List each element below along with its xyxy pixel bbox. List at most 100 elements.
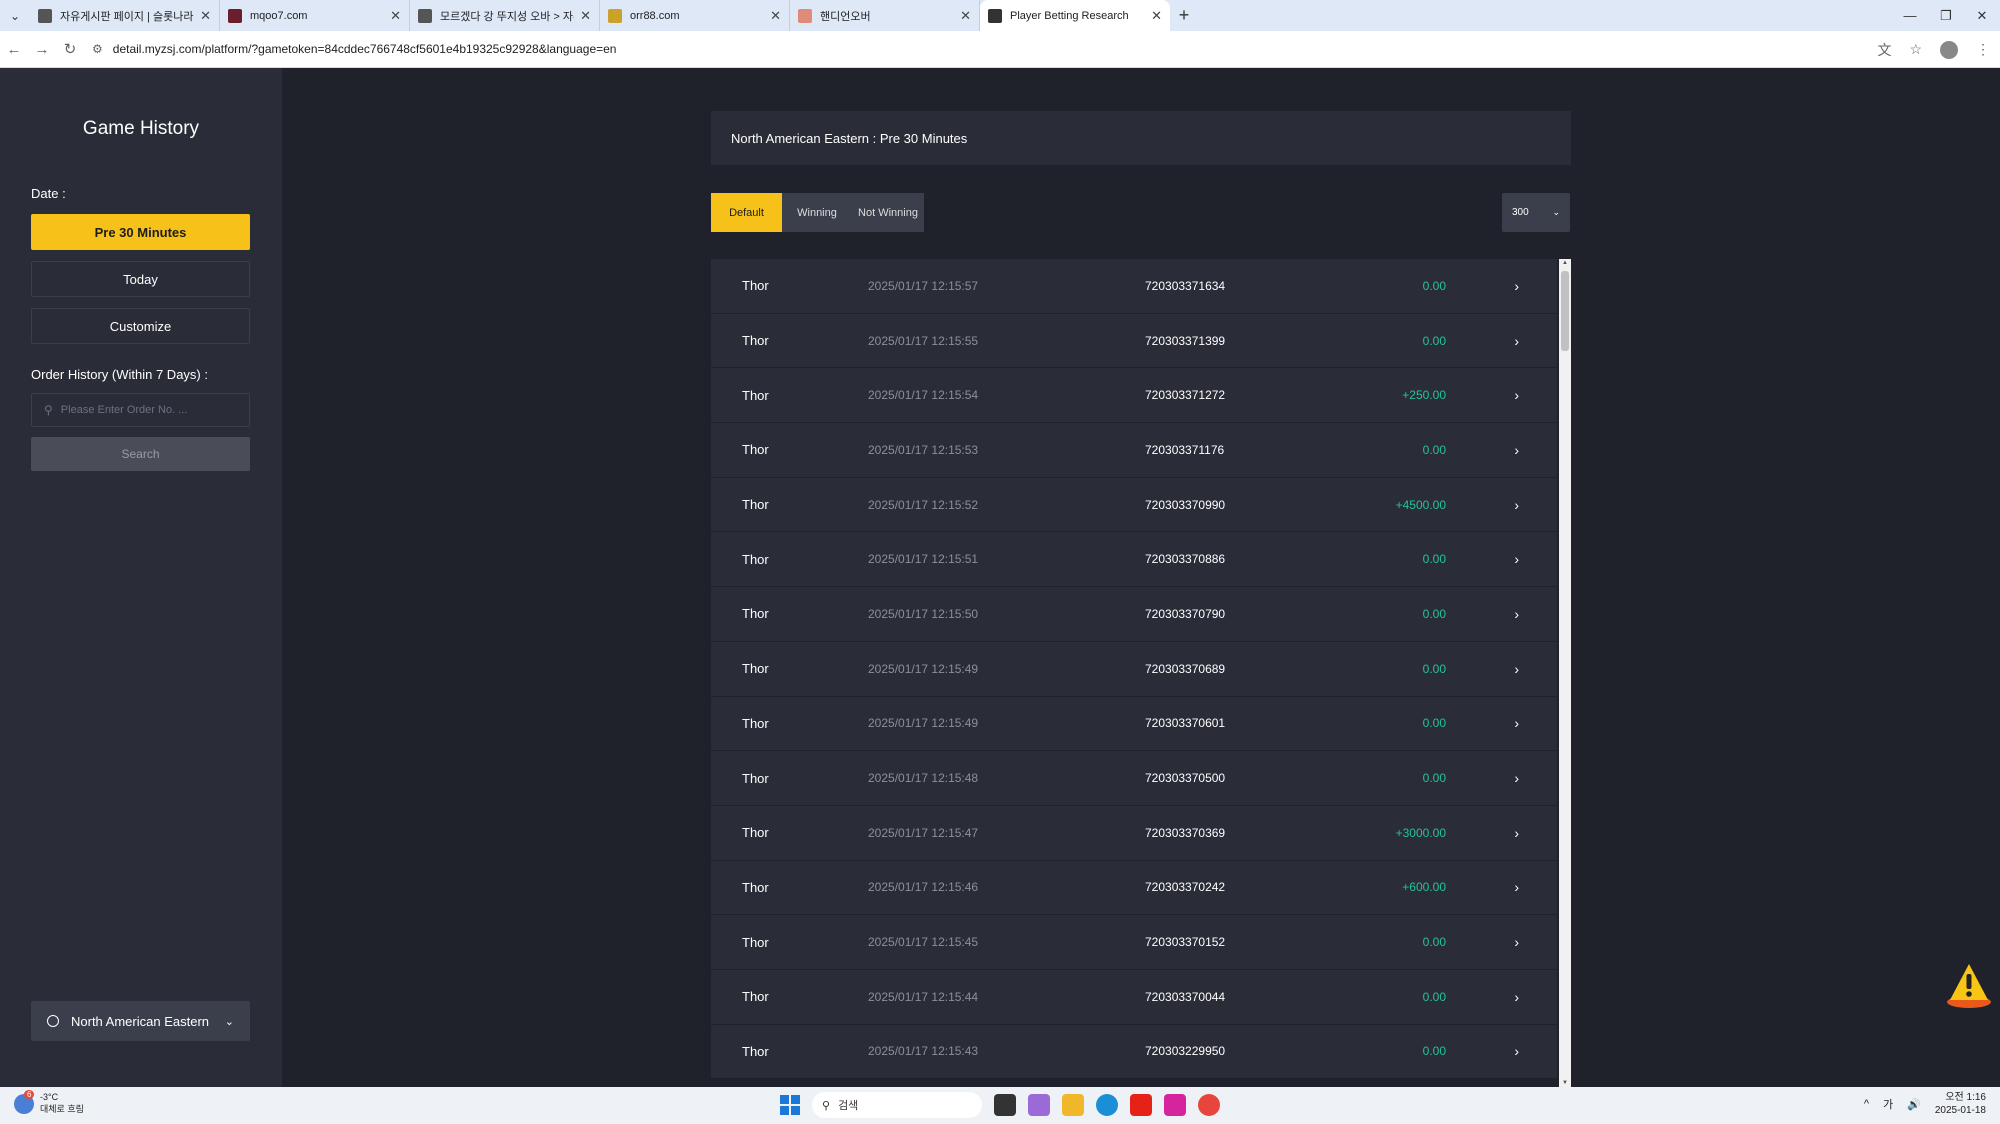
filter-winning-button[interactable]: Winning bbox=[782, 193, 852, 232]
search-button[interactable]: Search bbox=[31, 437, 250, 471]
back-icon[interactable]: ← bbox=[0, 41, 28, 58]
url-text: detail.myzsj.com/platform/?gametoken=84c… bbox=[112, 42, 617, 56]
tab-strip: 자유게시판 페이지 | 슬롯나라 ✕ mqoo7.com ✕ 모르겠다 강 뚜지성 오바… bbox=[30, 0, 1170, 31]
table-row[interactable]: Thor 2025/01/17 12:15:45 720303370152 0.00 › bbox=[711, 915, 1557, 970]
weather-widget[interactable]: -3°C 대체로 흐림 6 bbox=[14, 1090, 84, 1115]
table-row[interactable]: Thor 2025/01/17 12:15:47 720303370369 +3000… bbox=[711, 805, 1557, 861]
chevron-right-icon[interactable]: › bbox=[1514, 387, 1519, 403]
tab-favicon-icon bbox=[988, 8, 1002, 23]
browser-tab[interactable]: 핸디언오버 ✕ bbox=[790, 0, 980, 31]
chevron-right-icon[interactable]: › bbox=[1514, 1043, 1519, 1059]
chevron-right-icon[interactable]: › bbox=[1514, 551, 1519, 567]
date-label: Date : bbox=[31, 186, 66, 201]
forward-icon[interactable]: → bbox=[28, 41, 56, 58]
order-number: 720303371176 bbox=[1145, 442, 1225, 457]
restore-icon[interactable]: ❐ bbox=[1928, 0, 1964, 31]
instagram-icon[interactable] bbox=[1164, 1094, 1186, 1116]
menu-kebab-icon[interactable]: ⋮ bbox=[1976, 41, 1990, 58]
chevron-right-icon[interactable]: › bbox=[1514, 606, 1519, 622]
chevron-right-icon[interactable]: › bbox=[1514, 497, 1519, 513]
table-row[interactable]: Thor 2025/01/17 12:15:46 720303370242 +600.… bbox=[711, 860, 1557, 916]
pre-30-minutes-button[interactable]: Pre 30 Minutes bbox=[31, 214, 250, 250]
scroll-down-icon[interactable]: ▼ bbox=[1559, 1080, 1571, 1086]
order-number-input[interactable] bbox=[60, 404, 231, 416]
site-settings-icon[interactable]: ⚙ bbox=[92, 42, 103, 56]
volume-icon[interactable]: 🔊 bbox=[1907, 1098, 1921, 1111]
browser-tab[interactable]: mqoo7.com ✕ bbox=[220, 0, 410, 31]
chevron-right-icon[interactable]: › bbox=[1514, 661, 1519, 677]
game-name: Thor bbox=[742, 551, 769, 567]
file-explorer-icon[interactable] bbox=[1062, 1094, 1084, 1116]
tray-chevron-icon[interactable]: ^ bbox=[1864, 1098, 1869, 1110]
taskbar-search[interactable]: ⚲ 검색 bbox=[812, 1092, 982, 1118]
task-view-icon[interactable] bbox=[994, 1094, 1016, 1116]
customize-button[interactable]: Customize bbox=[31, 308, 250, 344]
scroll-up-icon[interactable]: ▲ bbox=[1559, 260, 1571, 266]
timezone-select[interactable]: North American Eastern ⌄ bbox=[31, 1001, 250, 1041]
tab-title: orr88.com bbox=[630, 9, 680, 22]
table-row[interactable]: Thor 2025/01/17 12:15:57 720303371634 0.00 › bbox=[711, 259, 1557, 314]
new-tab-button[interactable]: + bbox=[1170, 5, 1198, 26]
table-scrollbar[interactable]: ▲ ▼ bbox=[1559, 259, 1571, 1087]
chevron-right-icon[interactable]: › bbox=[1514, 825, 1519, 841]
today-button[interactable]: Today bbox=[31, 261, 250, 297]
tab-close-icon[interactable]: ✕ bbox=[960, 8, 971, 24]
scrollbar-thumb[interactable] bbox=[1561, 271, 1569, 351]
order-search-field[interactable]: ⚲ bbox=[31, 393, 250, 427]
tab-title: 모르겠다 강 뚜지성 오바 > 자유 bbox=[440, 10, 575, 23]
table-row[interactable]: Thor 2025/01/17 12:15:43 720303229950 0.00 › bbox=[711, 1024, 1557, 1080]
table-row[interactable]: Thor 2025/01/17 12:15:54 720303371272 +250.… bbox=[711, 368, 1557, 424]
filter-default-button[interactable]: Default bbox=[711, 193, 782, 232]
youtube-icon[interactable] bbox=[1130, 1094, 1152, 1116]
browser-tab[interactable]: 모르겠다 강 뚜지성 오바 > 자유 ✕ bbox=[410, 0, 600, 31]
chevron-right-icon[interactable]: › bbox=[1514, 333, 1519, 349]
ime-indicator[interactable]: 가 bbox=[1883, 1096, 1893, 1112]
table-row[interactable]: Thor 2025/01/17 12:15:48 720303370500 0.00 › bbox=[711, 751, 1557, 806]
table-row[interactable]: Thor 2025/01/17 12:15:55 720303371399 0.00 › bbox=[711, 313, 1557, 369]
bet-time: 2025/01/17 12:15:53 bbox=[868, 442, 979, 457]
chevron-right-icon[interactable]: › bbox=[1514, 934, 1519, 950]
edge-icon[interactable] bbox=[1096, 1094, 1118, 1116]
order-number: 720303370044 bbox=[1145, 989, 1226, 1004]
browser-tab[interactable]: orr88.com ✕ bbox=[600, 0, 790, 31]
chevron-right-icon[interactable]: › bbox=[1514, 442, 1519, 458]
translate-icon[interactable]: 文 bbox=[1877, 40, 1891, 60]
filter-not-winning-button[interactable]: Not Winning bbox=[852, 193, 924, 232]
minimize-icon[interactable]: — bbox=[1892, 0, 1928, 31]
profile-avatar[interactable] bbox=[1940, 40, 1958, 59]
reload-icon[interactable]: ↻ bbox=[56, 40, 84, 58]
clock-date: 2025-01-18 bbox=[1934, 1105, 1986, 1116]
start-icon[interactable] bbox=[780, 1095, 800, 1115]
table-row[interactable]: Thor 2025/01/17 12:15:49 720303370601 0.00 › bbox=[711, 696, 1557, 752]
tab-close-icon[interactable]: ✕ bbox=[1151, 8, 1162, 24]
table-row[interactable]: Thor 2025/01/17 12:15:53 720303371176 0.00 › bbox=[711, 423, 1557, 478]
url-field[interactable]: ⚙ detail.myzsj.com/platform/?gametoken=8… bbox=[92, 42, 616, 56]
chrome-icon[interactable] bbox=[1198, 1094, 1220, 1116]
clock[interactable]: 오전 1:16 2025-01-18 bbox=[1935, 1091, 1986, 1117]
warning-icon[interactable] bbox=[1944, 960, 1994, 1010]
table-row[interactable]: Thor 2025/01/17 12:15:51 720303370886 0.00 › bbox=[711, 532, 1557, 588]
table-row[interactable]: Thor 2025/01/17 12:15:50 720303370790 0.00 › bbox=[711, 587, 1557, 642]
tab-close-icon[interactable]: ✕ bbox=[200, 8, 211, 24]
order-number: 720303370689 bbox=[1145, 661, 1226, 676]
tab-search-button[interactable]: ⌄ bbox=[0, 0, 30, 31]
chevron-right-icon[interactable]: › bbox=[1514, 278, 1519, 294]
chevron-right-icon[interactable]: › bbox=[1514, 989, 1519, 1005]
tab-close-icon[interactable]: ✕ bbox=[390, 8, 401, 24]
table-row[interactable]: Thor 2025/01/17 12:15:49 720303370689 0.00 › bbox=[711, 641, 1557, 697]
browser-tab[interactable]: Player Betting Research ✕ bbox=[980, 0, 1170, 31]
tab-close-icon[interactable]: ✕ bbox=[580, 8, 591, 24]
chevron-right-icon[interactable]: › bbox=[1514, 770, 1519, 786]
page-size-select[interactable]: 300 ⌄ bbox=[1502, 193, 1570, 232]
copilot-icon[interactable] bbox=[1028, 1094, 1050, 1116]
bookmark-star-icon[interactable]: ☆ bbox=[1909, 41, 1922, 58]
chevron-right-icon[interactable]: › bbox=[1514, 715, 1519, 731]
table-row[interactable]: Thor 2025/01/17 12:15:44 720303370044 0.00 › bbox=[711, 969, 1557, 1025]
result-filters: Default Winning Not Winning bbox=[711, 193, 924, 232]
tab-close-icon[interactable]: ✕ bbox=[770, 8, 781, 24]
close-window-icon[interactable]: ✕ bbox=[1964, 0, 2000, 31]
chevron-right-icon[interactable]: › bbox=[1514, 879, 1519, 895]
table-row[interactable]: Thor 2025/01/17 12:15:52 720303370990 +4500… bbox=[711, 477, 1557, 533]
win-amount: +3000.00 bbox=[1395, 825, 1446, 840]
browser-tab[interactable]: 자유게시판 페이지 | 슬롯나라 ✕ bbox=[30, 0, 220, 31]
